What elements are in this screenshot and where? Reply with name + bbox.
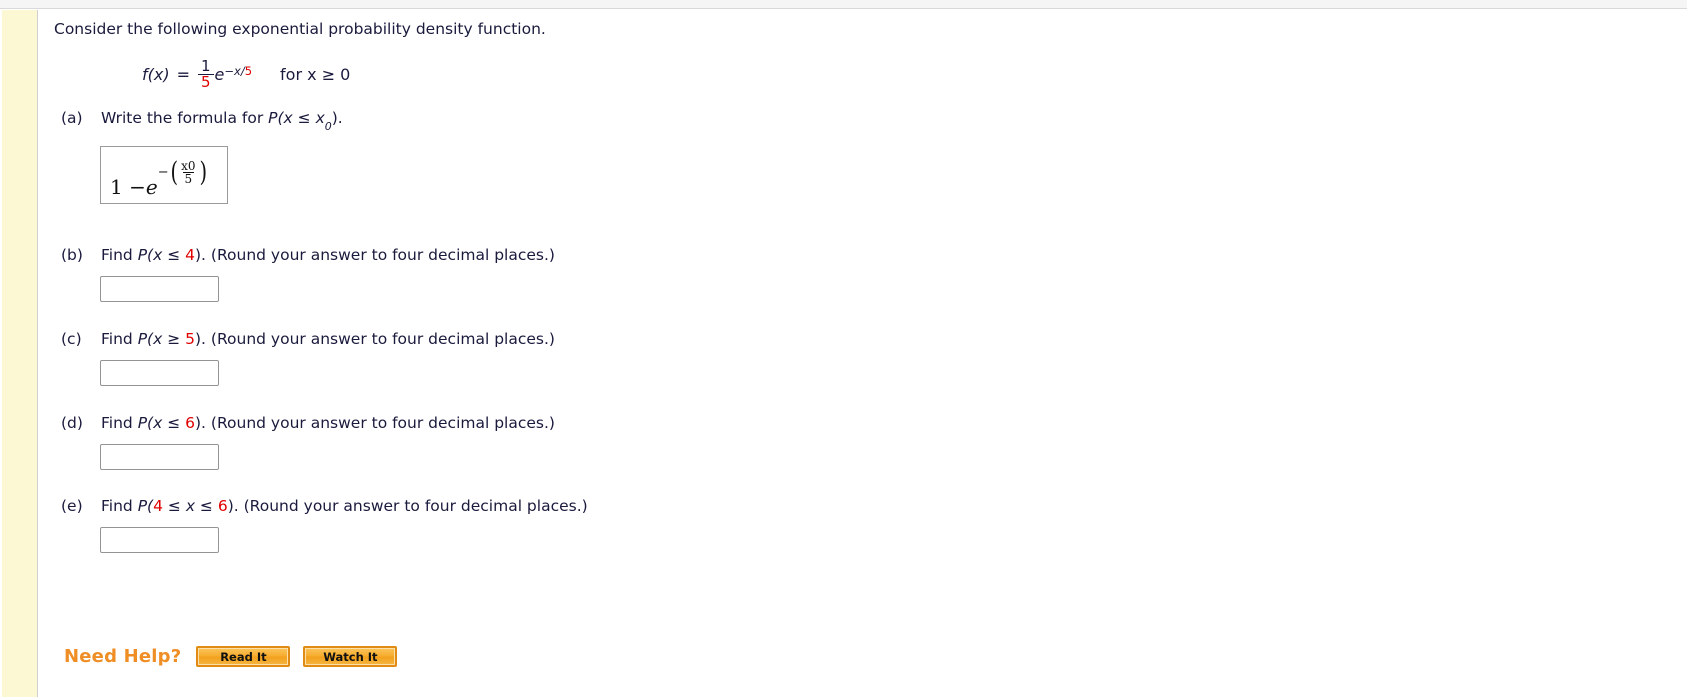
math-a-base-e: e xyxy=(145,175,158,199)
part-c-instruction: (Round your answer to four decimal place… xyxy=(205,330,555,348)
part-e-rel-low: ≤ xyxy=(162,497,186,515)
coefficient-denominator: 5 xyxy=(198,74,214,90)
part-e-instruction: (Round your answer to four decimal place… xyxy=(238,497,588,515)
part-b-var: x xyxy=(153,246,163,264)
part-prompt-b: Find P(x ≤ 4). (Round your answer to fou… xyxy=(101,246,555,264)
part-prompt-e: Find P(4 ≤ x ≤ 6). (Round your answer to… xyxy=(101,497,588,515)
formula-lhs: f(x) xyxy=(142,65,170,85)
answer-input-b[interactable] xyxy=(100,276,219,302)
part-e-value-low: 4 xyxy=(153,497,163,515)
part-d-var: x xyxy=(153,414,163,432)
question-intro-text: Consider the following exponential proba… xyxy=(54,20,546,38)
formula-exponent: −x/5 xyxy=(224,63,253,78)
part-c-value: 5 xyxy=(185,330,195,348)
part-b-value: 4 xyxy=(185,246,195,264)
part-label-b: (b) xyxy=(61,246,83,264)
part-b-instruction: (Round your answer to four decimal place… xyxy=(205,246,555,264)
part-label-d: (d) xyxy=(61,414,83,432)
part-e-p: P( xyxy=(137,497,154,515)
part-c-p: P( xyxy=(137,330,154,348)
part-b-close: ). xyxy=(195,246,206,264)
watch-it-button[interactable]: Watch It xyxy=(303,646,398,667)
question-content-area: Consider the following exponential proba… xyxy=(39,10,1687,697)
part-e-close: ). xyxy=(227,497,239,515)
formula-coefficient-fraction: 1 5 xyxy=(198,57,214,91)
top-bar-strip xyxy=(0,0,1687,9)
part-label-c: (c) xyxy=(61,330,82,348)
answer-input-d[interactable] xyxy=(100,444,219,470)
part-e-prefix: Find xyxy=(101,497,138,515)
part-prompt-a: Write the formula for P(x ≤ x0). xyxy=(101,109,343,134)
rendered-answer-math-a: 1 − e −(x0 5) xyxy=(110,159,208,199)
answer-input-e[interactable] xyxy=(100,527,219,553)
math-a-exp-numerator: x0 xyxy=(181,158,196,173)
part-e-rel-high: ≤ xyxy=(195,497,218,515)
answer-input-c[interactable] xyxy=(100,360,219,386)
part-a-math-post: ). xyxy=(331,109,343,127)
math-a-lead: 1 − xyxy=(110,175,146,199)
part-prompt-c: Find P(x ≥ 5). (Round your answer to fou… xyxy=(101,330,555,348)
formula-domain-clause: for x ≥ 0 xyxy=(280,65,351,85)
part-e-value-high: 6 xyxy=(217,497,228,515)
math-a-exp-minus: − xyxy=(157,165,169,181)
part-label-e: (e) xyxy=(61,497,83,515)
need-help-label: Need Help? xyxy=(64,646,182,667)
left-gutter-column xyxy=(2,10,38,697)
part-d-value: 6 xyxy=(185,414,195,432)
math-a-exponent: −(x0 5) xyxy=(157,157,208,189)
part-a-math-pre: P(x ≤ x xyxy=(268,109,325,127)
math-a-exp-close-paren: ) xyxy=(199,157,207,189)
pdf-display-formula: f(x) = 1 5 e −x/5 for x ≥ 0 xyxy=(142,57,351,91)
part-b-rel: ≤ xyxy=(162,246,186,264)
part-e-var: x xyxy=(185,497,195,515)
part-d-instruction: (Round your answer to four decimal place… xyxy=(205,414,555,432)
part-a-prefix: Write the formula for xyxy=(101,109,269,127)
part-prompt-d: Find P(x ≤ 6). (Round your answer to fou… xyxy=(101,414,555,432)
formula-base-e: e xyxy=(214,65,225,85)
part-label-a: (a) xyxy=(61,109,83,127)
answer-box-a[interactable]: 1 − e −(x0 5) xyxy=(100,146,228,204)
part-c-rel: ≥ xyxy=(162,330,186,348)
formula-equals: = xyxy=(176,65,190,85)
math-a-exp-denominator: 5 xyxy=(182,172,195,187)
part-c-prefix: Find xyxy=(101,330,138,348)
part-b-prefix: Find xyxy=(101,246,138,264)
part-c-var: x xyxy=(153,330,163,348)
read-it-button[interactable]: Read It xyxy=(196,646,291,667)
part-d-close: ). xyxy=(195,414,206,432)
need-help-row: Need Help? Read It Watch It xyxy=(64,646,410,667)
part-d-prefix: Find xyxy=(101,414,138,432)
coefficient-numerator: 1 xyxy=(201,57,211,75)
part-c-close: ). xyxy=(195,330,206,348)
part-d-p: P( xyxy=(137,414,154,432)
math-a-exp-fraction: x0 5 xyxy=(179,160,197,186)
math-a-exp-open-paren: ( xyxy=(170,157,178,189)
part-d-rel: ≤ xyxy=(162,414,186,432)
part-a-math-sub: 0 xyxy=(324,120,332,134)
part-b-p: P( xyxy=(137,246,154,264)
